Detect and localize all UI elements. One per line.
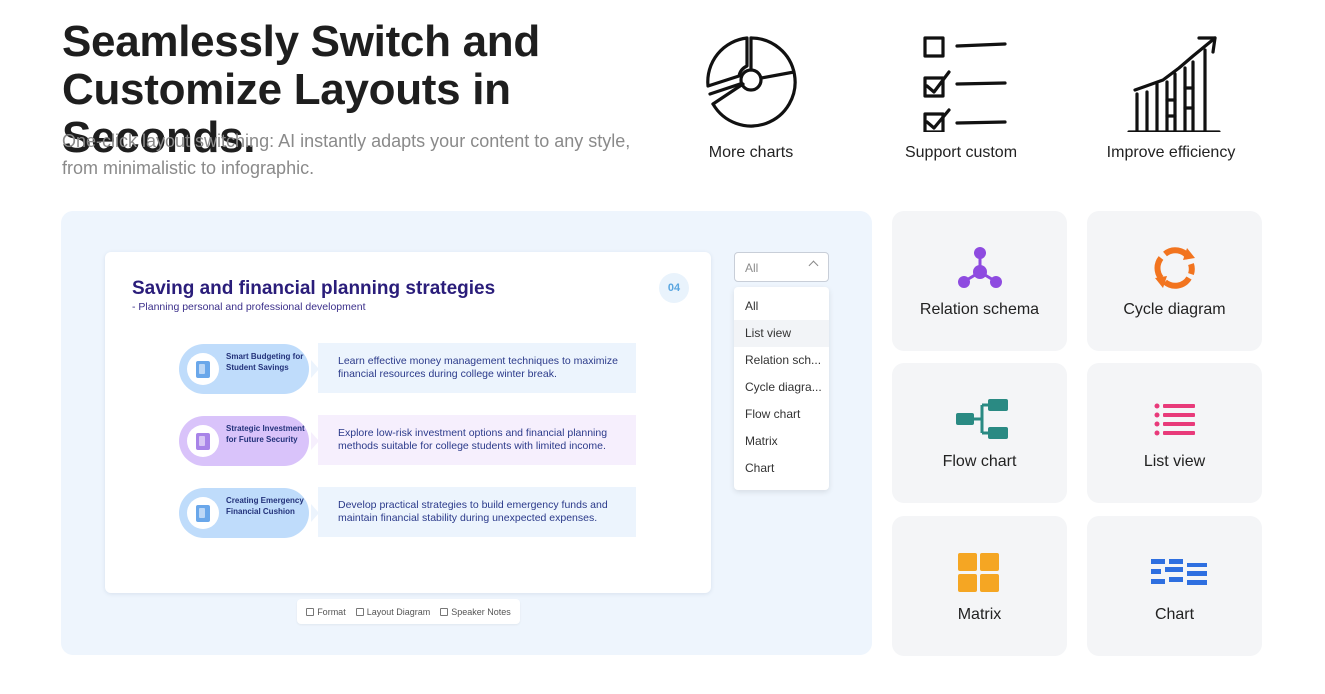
slide-page-number: 04 — [659, 273, 689, 303]
feature-label: Improve efficiency — [1106, 144, 1236, 161]
chart-icon — [1151, 559, 1207, 585]
layout-card-list-view[interactable]: List view — [1087, 363, 1262, 503]
strategy-description: Explore low-risk investment options and … — [318, 415, 636, 465]
menu-item-relation-schema[interactable]: Relation sch... — [734, 347, 829, 374]
feature-label: More charts — [708, 144, 794, 161]
layout-card-flow-chart[interactable]: Flow chart — [892, 363, 1067, 503]
feature-improve-efficiency: Improve efficiency — [1086, 28, 1256, 162]
pie-chart-icon — [706, 36, 797, 128]
feature-support-custom: Support custom — [876, 28, 1046, 162]
layout-card-relation-schema[interactable]: Relation schema — [892, 211, 1067, 351]
menu-item-cycle-diagram[interactable]: Cycle diagra... — [734, 374, 829, 401]
strategy-row: Creating Emergency Financial Cushion Dev… — [179, 487, 639, 539]
strategy-pill: Creating Emergency Financial Cushion — [179, 488, 309, 538]
speaker-notes-icon — [440, 607, 449, 616]
slide-toolbar: Format Layout Diagram Speaker Notes — [297, 599, 520, 624]
growth-chart-icon — [1127, 36, 1221, 132]
book-shape — [196, 505, 210, 522]
strategy-pill-label: Smart Budgeting for Student Savings — [226, 352, 304, 372]
matrix-icon — [958, 553, 999, 592]
layout-card-label: Flow chart — [942, 453, 1017, 470]
layout-diagram-label: Layout Diagram — [366, 606, 431, 617]
speaker-notes-button[interactable]: Speaker Notes — [440, 607, 511, 617]
layout-card-matrix[interactable]: Matrix — [892, 516, 1067, 656]
layout-card-label: Chart — [1154, 606, 1195, 623]
speaker-notes-label: Speaker Notes — [451, 606, 511, 617]
menu-item-chart[interactable]: Chart — [734, 455, 829, 482]
strategy-row: Smart Budgeting for Student Savings Lear… — [179, 343, 639, 395]
layout-card-label: List view — [1143, 453, 1206, 470]
strategy-pill: Smart Budgeting for Student Savings — [179, 344, 309, 394]
layout-diagram-button[interactable]: Layout Diagram — [355, 606, 431, 617]
layout-preview-panel: Saving and financial planning strategies… — [61, 211, 872, 655]
slide-subtitle: - Planning personal and professional dev… — [132, 301, 366, 313]
flow-chart-icon — [956, 399, 1008, 439]
relation-schema-icon — [958, 247, 1002, 288]
layout-card-label: Cycle diagram — [1123, 301, 1226, 318]
strategy-pill-label: Creating Emergency Financial Cushion — [226, 496, 304, 516]
book-shape — [196, 433, 210, 450]
checklist-icon — [923, 36, 1007, 132]
strategy-row: Strategic Investment for Future Security… — [179, 415, 639, 467]
layout-card-cycle-diagram[interactable]: Cycle diagram — [1087, 211, 1262, 351]
format-icon — [306, 607, 315, 616]
feature-label: Support custom — [904, 144, 1018, 161]
menu-item-flow-chart[interactable]: Flow chart — [734, 401, 829, 428]
chevron-up-icon — [808, 260, 819, 271]
layout-card-chart[interactable]: Chart — [1087, 516, 1262, 656]
layout-filter-value: All — [745, 261, 759, 275]
format-label: Format — [317, 606, 346, 617]
book-icon — [187, 425, 219, 457]
page-subtitle: One-click layout switching: AI instantly… — [62, 131, 631, 178]
layout-card-label: Matrix — [957, 606, 1002, 623]
strategy-description: Learn effective money management techniq… — [318, 343, 636, 393]
menu-item-list-view[interactable]: List view — [734, 320, 829, 347]
layout-card-label: Relation schema — [919, 301, 1040, 318]
menu-item-matrix[interactable]: Matrix — [734, 428, 829, 455]
layout-filter-menu: All List view Relation sch... Cycle diag… — [734, 287, 829, 490]
book-shape — [196, 361, 210, 378]
menu-item-all[interactable]: All — [734, 293, 829, 320]
slide-title: Saving and financial planning strategies — [132, 278, 496, 299]
feature-more-charts: More charts — [666, 28, 836, 162]
format-button[interactable]: Format — [306, 607, 346, 617]
strategy-pill: Strategic Investment for Future Security — [179, 416, 309, 466]
page-title-line-1: Seamlessly Switch and — [62, 17, 540, 66]
strategy-description: Develop practical strategies to build em… — [318, 487, 636, 537]
slide-preview[interactable]: Saving and financial planning strategies… — [105, 252, 711, 593]
layout-filter-select[interactable]: All — [734, 252, 829, 282]
layout-diagram-icon — [355, 607, 364, 616]
list-view-icon — [1154, 403, 1195, 436]
book-icon — [187, 497, 219, 529]
book-icon — [187, 353, 219, 385]
cycle-diagram-icon — [1154, 247, 1195, 289]
strategy-pill-label: Strategic Investment for Future Security — [226, 424, 305, 444]
